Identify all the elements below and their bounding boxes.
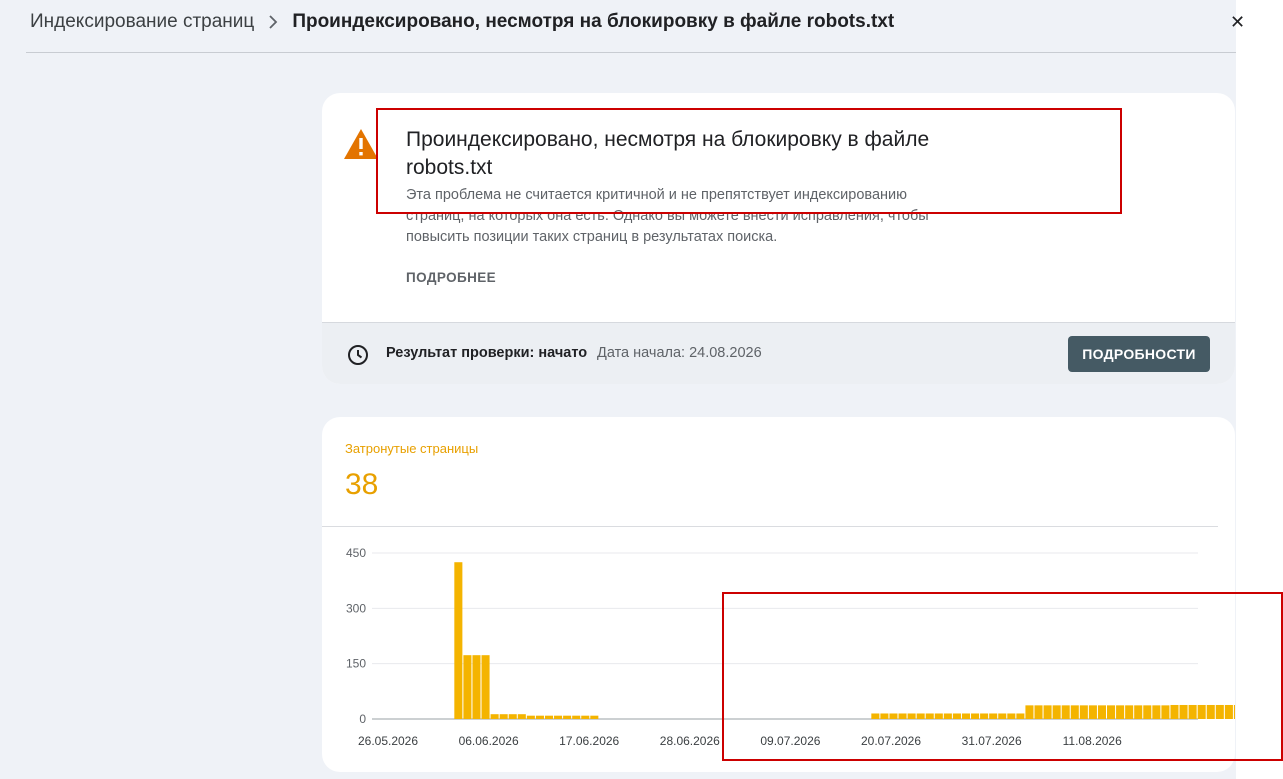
chart-bar[interactable] [563,715,572,719]
chart-bar[interactable] [889,713,898,719]
details-button[interactable]: ПОДРОБНОСТИ [1068,336,1210,372]
chart-x-tick-label: 20.07.2026 [861,734,921,748]
chart-bar[interactable] [952,713,961,719]
chart-bar[interactable] [1079,705,1088,719]
chart-bar[interactable] [1088,705,1097,719]
chart-bar[interactable] [535,715,544,719]
chart-bar[interactable] [907,713,916,719]
chart-bar[interactable] [1233,704,1235,719]
chart-bar[interactable] [1007,713,1016,719]
chart-x-tick-label: 09.07.2026 [760,734,820,748]
chart-bar[interactable] [1206,704,1215,719]
chart-bar[interactable] [916,713,925,719]
affected-pages-count: 38 [345,468,379,501]
chart-x-tick-label: 11.08.2026 [1063,734,1122,748]
chart-bar[interactable] [544,715,554,719]
chart-bar[interactable] [1107,705,1116,719]
chart-bar[interactable] [1179,704,1188,719]
right-panel-edge [1236,0,1283,779]
chart-bar[interactable] [880,713,889,719]
affected-pages-card: Затронутые страницы 38 0 150 300 450 26.05.2… [322,417,1235,772]
chart-bar[interactable] [1170,704,1179,719]
chart-bar[interactable] [1097,705,1106,719]
chart-bar[interactable] [1116,705,1125,719]
chart-y-tick-label: 0 [359,712,366,726]
header-divider [26,52,1236,53]
chart-bar[interactable] [472,655,481,719]
chart-x-tick-label: 31.07.2026 [962,734,1022,748]
chart-x-tick-label: 06.06.2026 [459,734,519,748]
chart-bar[interactable] [934,713,943,719]
chart-bar[interactable] [1043,705,1052,719]
chart-y-tick-label: 450 [346,546,366,560]
chart-bar[interactable] [998,713,1007,719]
chart-bar[interactable] [1052,705,1061,719]
chart-bar[interactable] [490,714,499,719]
chart-bar[interactable] [961,713,971,719]
chart-bar[interactable] [1152,705,1161,719]
chart-bar[interactable] [454,562,463,719]
chart-y-tick-label: 150 [346,657,366,671]
chart-bar[interactable] [590,715,599,719]
chart-bar[interactable] [971,713,980,719]
chart-bar[interactable] [1197,704,1206,719]
breadcrumb-current: Проиндексировано, несмотря на блокировку… [292,11,895,32]
chart-bar[interactable] [1025,705,1034,719]
chart-bar[interactable] [1061,705,1070,719]
chart-x-tick-label: 26.05.2026 [358,734,418,748]
chart-bar[interactable] [1143,705,1152,719]
chart-bar[interactable] [943,713,952,719]
chart-bar[interactable] [517,714,526,719]
chart-bar[interactable] [1034,705,1043,719]
chart-bar[interactable] [572,715,581,719]
chart-bar[interactable] [1016,713,1025,719]
chart-divider [322,526,1218,527]
chart-bar[interactable] [581,715,590,719]
chart-bar[interactable] [1224,704,1233,719]
chart-bar[interactable] [481,655,490,719]
validation-status-bar: Результат проверки: начато Дата начала: … [322,322,1235,384]
chart-bar[interactable] [1125,705,1134,719]
chart-bar[interactable] [508,714,517,719]
breadcrumb: Индексирование страниц Проиндексировано,… [30,8,894,36]
chart-x-tick-label: 17.06.2026 [559,734,619,748]
validation-status-label: Результат проверки: начато [386,345,588,361]
chart-bar[interactable] [980,713,989,719]
chart-x-tick-label: 28.06.2026 [660,734,720,748]
chart-bar[interactable] [554,715,563,719]
chart-bar[interactable] [526,715,535,719]
chart-bar[interactable] [898,713,907,719]
chart-bar[interactable] [463,655,472,719]
chart-y-tick-label: 300 [346,601,366,615]
chevron-right-icon [268,15,278,29]
chart-bar[interactable] [499,714,508,719]
warning-icon [342,127,380,166]
breadcrumb-parent-link[interactable]: Индексирование страниц [30,11,254,33]
chart-bar[interactable] [1215,704,1224,719]
chart-bar[interactable] [1070,705,1079,719]
clock-icon [346,343,370,372]
close-icon[interactable]: ✕ [1230,10,1245,34]
chart-bar[interactable] [925,713,934,719]
learn-more-link[interactable]: ПОДРОБНЕЕ [406,270,496,285]
chart-bar[interactable] [1134,705,1143,719]
validation-start-date: Дата начала: 24.08.2026 [597,345,762,361]
issue-description: Эта проблема не считается критичной и не… [406,187,929,245]
affected-pages-chart: 0 150 300 450 26.05.2026 06.06.2026 17.06.2026… [346,546,1235,748]
chart-bar[interactable] [989,713,998,719]
issue-title: Проиндексировано, несмотря на блокировку… [406,128,930,179]
affected-pages-label: Затронутые страницы [345,441,479,456]
issue-card: Проиндексировано, несмотря на блокировку… [322,93,1235,384]
chart-bar[interactable] [1188,704,1197,719]
chart-bar[interactable] [1161,705,1170,719]
chart-bar[interactable] [871,713,880,719]
